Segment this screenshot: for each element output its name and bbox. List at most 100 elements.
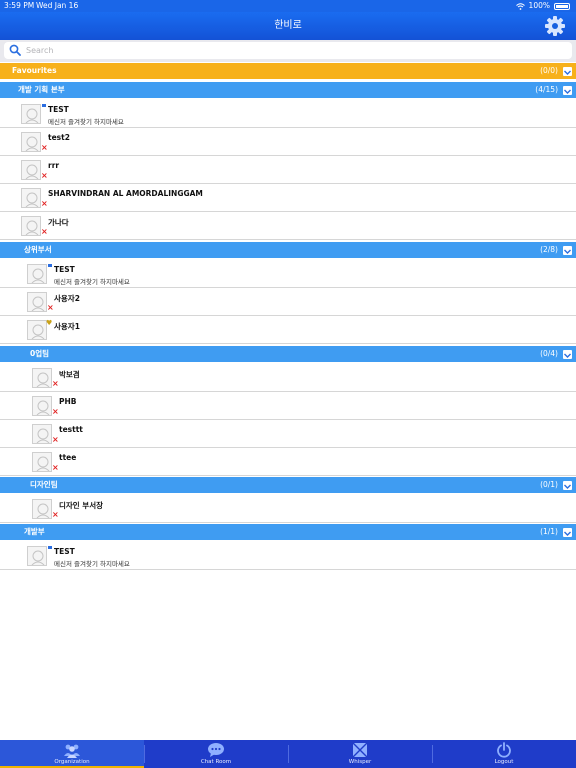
member-name: PHB <box>59 397 77 406</box>
settings-button[interactable] <box>544 15 566 37</box>
list-item[interactable]: ♥ 사용자1 <box>0 316 576 344</box>
tab-chat-room[interactable]: Chat Room <box>144 740 288 768</box>
member-name: 디자인 부서장 <box>59 501 104 510</box>
list-item[interactable]: TEST 메신저 즐겨찾기 하지마세요 <box>0 542 576 570</box>
tab-organization[interactable]: Organization <box>0 740 144 768</box>
tab-label: Whisper <box>348 759 372 765</box>
tab-whisper[interactable]: Whisper <box>288 740 432 768</box>
group-count: (0/4) <box>540 349 558 358</box>
user-avatar-icon <box>25 192 39 207</box>
list-item[interactable]: × ttee <box>0 448 576 476</box>
member-name: TEST <box>54 547 75 556</box>
avatar <box>32 499 52 519</box>
list-item[interactable]: × rrr <box>0 156 576 184</box>
member-message: 메신저 즐겨찾기 하지마세요 <box>48 118 124 126</box>
member-name: rrr <box>48 161 60 170</box>
user-avatar-icon <box>36 503 50 518</box>
group-title: 개발부 <box>24 527 45 536</box>
user-avatar-icon <box>36 400 50 415</box>
wifi-icon <box>515 2 525 10</box>
member-name: 사용자1 <box>54 322 80 331</box>
group-header[interactable]: 0업팀 (0/4) <box>0 346 576 362</box>
online-status-icon <box>47 263 53 268</box>
avatar <box>27 292 47 312</box>
avatar <box>32 452 52 472</box>
search-bar <box>0 40 576 62</box>
list-item[interactable]: TEST 메신저 즐겨찾기 하지마세요 <box>0 100 576 128</box>
offline-status-icon: × <box>52 435 59 444</box>
group-title: 디자인팀 <box>30 480 58 489</box>
tab-label: Logout <box>494 759 514 765</box>
avatar <box>21 216 41 236</box>
status-time: 3:59 PM <box>4 1 35 10</box>
status-right: 100% <box>515 0 570 12</box>
offline-status-icon: × <box>41 143 48 152</box>
group-count: (0/1) <box>540 480 558 489</box>
offline-status-icon: × <box>41 199 48 208</box>
tab-label: Organization <box>54 759 90 765</box>
organization-icon <box>64 744 80 758</box>
user-avatar-icon <box>31 324 45 339</box>
member-name: ttee <box>59 453 77 462</box>
list-item[interactable]: × 디자인 부서장 <box>0 495 576 523</box>
chevron-down-icon[interactable] <box>563 481 572 490</box>
avatar <box>21 188 41 208</box>
avatar <box>21 160 41 180</box>
list-item[interactable]: × testtt <box>0 420 576 448</box>
heart-status-icon: ♥ <box>46 319 53 327</box>
member-name: 사용자2 <box>54 294 80 303</box>
list-item[interactable]: × 사용자2 <box>0 288 576 316</box>
member-name: TEST <box>48 105 69 114</box>
user-avatar-icon <box>25 136 39 151</box>
list-item[interactable]: TEST 메신저 즐겨찾기 하지마세요 <box>0 260 576 288</box>
user-avatar-icon <box>25 108 39 123</box>
list-item[interactable]: × 박보겸 <box>0 364 576 392</box>
chevron-down-icon[interactable] <box>563 246 572 255</box>
group-header[interactable]: 개발 기획 본부 (4/15) <box>0 82 576 98</box>
user-avatar-icon <box>36 372 50 387</box>
group-header[interactable]: 상위부서 (2/8) <box>0 242 576 258</box>
search-icon <box>9 44 21 56</box>
chevron-down-icon[interactable] <box>563 86 572 95</box>
power-icon <box>497 742 511 758</box>
list-item[interactable]: × 가나다 <box>0 212 576 240</box>
member-name: 가나다 <box>48 218 69 227</box>
tab-label: Chat Room <box>200 759 232 765</box>
offline-status-icon: × <box>52 463 59 472</box>
member-name: 박보겸 <box>59 370 80 379</box>
chevron-down-icon[interactable] <box>563 528 572 537</box>
member-name: test2 <box>48 133 70 142</box>
group-header[interactable]: 개발부 (1/1) <box>0 524 576 540</box>
member-message: 메신저 즐겨찾기 하지마세요 <box>54 560 130 568</box>
status-bar: 3:59 PM Wed Jan 16 100% <box>0 0 576 12</box>
group-count: (1/1) <box>540 527 558 536</box>
whisper-icon <box>352 742 368 758</box>
member-name: TEST <box>54 265 75 274</box>
battery-icon <box>554 2 570 10</box>
battery-percent: 100% <box>528 1 550 10</box>
search-box <box>4 42 572 59</box>
offline-status-icon: × <box>41 171 48 180</box>
tab-logout[interactable]: Logout <box>432 740 576 768</box>
favourites-header[interactable]: Favourites (0/0) <box>0 63 576 79</box>
chat-icon <box>208 743 224 757</box>
list-item[interactable]: × test2 <box>0 128 576 156</box>
offline-status-icon: × <box>52 407 59 416</box>
page-title: 한비로 <box>274 20 302 31</box>
avatar <box>21 132 41 152</box>
chevron-down-icon[interactable] <box>563 350 572 359</box>
search-input[interactable] <box>26 42 566 59</box>
avatar <box>32 396 52 416</box>
user-avatar-icon <box>25 164 39 179</box>
list-item[interactable]: × SHARVINDRAN AL AMORDALINGGAM <box>0 184 576 212</box>
avatar <box>21 104 41 124</box>
status-date: Wed Jan 16 <box>36 1 79 10</box>
group-header[interactable]: 디자인팀 (0/1) <box>0 477 576 493</box>
group-title: 개발 기획 본부 <box>18 85 65 94</box>
user-avatar-icon <box>31 296 45 311</box>
list-item[interactable]: × PHB <box>0 392 576 420</box>
avatar <box>32 368 52 388</box>
chevron-down-icon[interactable] <box>563 67 572 76</box>
avatar <box>27 546 47 566</box>
gear-icon <box>545 16 565 36</box>
